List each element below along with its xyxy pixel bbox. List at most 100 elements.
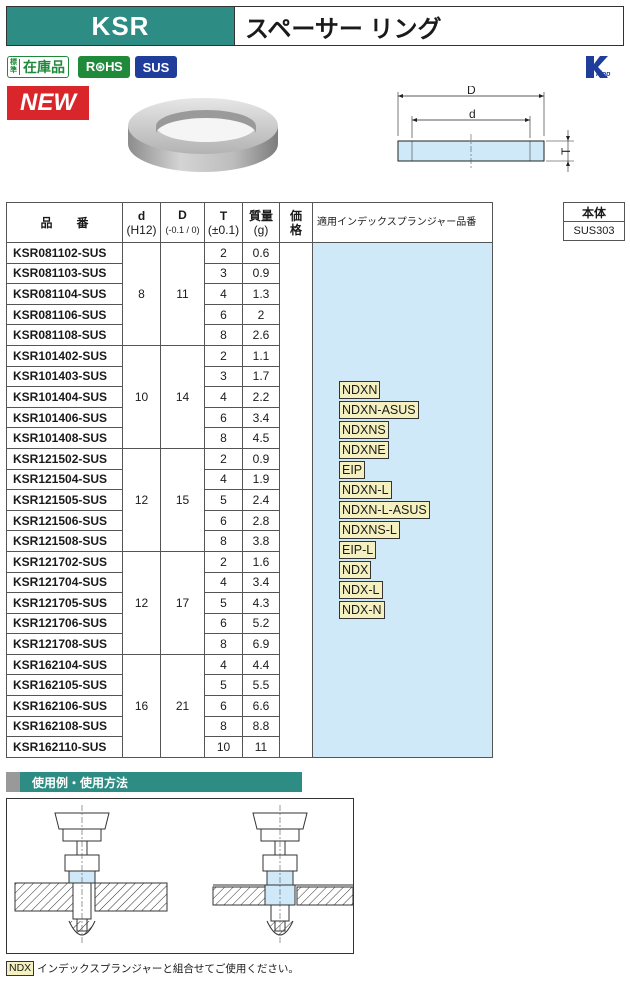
thickness-cell: 2 <box>204 344 243 367</box>
table-row: KSR081102-SUS 8 11 2 0.6 NDXN NDXN-ASUS NDXNS ND… <box>6 242 493 758</box>
inner-dim-label: d <box>469 107 476 121</box>
col-D: D (-0.1 / 0) <box>160 202 205 243</box>
note-tag: NDX <box>6 961 35 976</box>
material-header: 本体 <box>563 202 625 222</box>
thickness-cell: 6 <box>204 509 243 532</box>
weight-cell: 6.9 <box>242 633 280 655</box>
spec-table: 品 番 d (H12) D (-0.1 / 0) T (±0.1) 質量 (g) 価 格… <box>6 202 493 758</box>
product-name: スペーサー リング <box>245 15 442 43</box>
plunger-tag: NDX <box>339 560 372 579</box>
inner-diameter-cell: 12 <box>122 447 161 552</box>
weight-cell: 1.7 <box>242 365 280 388</box>
part-number-cell: KSR162106-SUS <box>6 695 123 717</box>
svg-text:kipp: kipp <box>596 71 611 78</box>
weight-cell: 4.4 <box>242 653 280 676</box>
weight-cell: 2.4 <box>242 489 280 511</box>
col-T: T (±0.1) <box>204 202 243 243</box>
weight-cell: 1.3 <box>242 283 280 305</box>
part-number-cell: KSR101406-SUS <box>6 406 123 429</box>
col-price: 価 格 <box>279 202 314 243</box>
plunger-tag: NDX-L <box>339 580 383 599</box>
weight-cell: 2.2 <box>242 386 280 408</box>
thickness-cell: 4 <box>204 283 243 305</box>
thickness-cell: 10 <box>204 736 243 758</box>
usage-title: 使用例・使用方法 <box>32 775 129 790</box>
part-number-cell: KSR121708-SUS <box>6 633 123 655</box>
rohs-badge: R⊛HS <box>78 56 130 78</box>
thickness-cell: 8 <box>204 633 243 655</box>
weight-cell: 3.4 <box>242 571 280 594</box>
plunger-tag: NDXNS-L <box>339 520 400 539</box>
col-d: d (H12) <box>122 202 161 243</box>
weight-cell: 11 <box>242 736 280 758</box>
weight-cell: 3.4 <box>242 406 280 429</box>
part-number-cell: KSR081104-SUS <box>6 283 123 305</box>
part-number-cell: KSR101408-SUS <box>6 427 123 449</box>
thickness-cell: 6 <box>204 612 243 635</box>
part-number-cell: KSR162104-SUS <box>6 653 123 676</box>
thickness-cell: 6 <box>204 406 243 429</box>
thickness-cell: 2 <box>204 447 243 470</box>
col-weight: 質量 (g) <box>242 202 280 243</box>
weight-cell: 3.8 <box>242 530 280 552</box>
kipp-logo: kipp <box>586 56 611 78</box>
thickness-cell: 2 <box>204 242 243 264</box>
part-number-cell: KSR081103-SUS <box>6 262 123 285</box>
inner-diameter-cell: 12 <box>122 550 161 655</box>
new-badge: NEW <box>7 86 89 120</box>
thickness-cell: 3 <box>204 365 243 388</box>
part-number-cell: KSR121705-SUS <box>6 592 123 614</box>
part-number-cell: KSR121702-SUS <box>6 550 123 573</box>
weight-cell: 5.5 <box>242 674 280 697</box>
usage-note: NDX インデックスプランジャーと組合せてご使用ください。 <box>6 961 299 976</box>
weight-cell: 2.6 <box>242 324 280 346</box>
price-cell <box>279 242 313 758</box>
part-number-cell: KSR162110-SUS <box>6 736 123 758</box>
usage-header: 使用例・使用方法 <box>6 772 302 792</box>
part-number-cell: KSR121505-SUS <box>6 489 123 511</box>
plunger-tag: EIP <box>339 460 366 479</box>
weight-cell: 4.3 <box>242 592 280 614</box>
title-bar: KSR スペーサー リング <box>6 6 624 46</box>
outer-diameter-cell: 21 <box>160 653 205 758</box>
thickness-cell: 4 <box>204 653 243 676</box>
col-applicable-plunger: 適用インデックスプランジャー品番 <box>312 202 493 243</box>
thickness-cell: 4 <box>204 468 243 491</box>
thickness-cell: 8 <box>204 324 243 346</box>
usage-illustration <box>6 798 354 954</box>
part-number-cell: KSR121508-SUS <box>6 530 123 552</box>
thickness-label: T <box>559 147 573 155</box>
stock-badge-label: 在庫品 <box>23 59 65 75</box>
product-code: KSR <box>7 7 235 45</box>
plunger-tag: NDXN-L <box>339 480 392 499</box>
plunger-tag: NDXNS <box>339 420 389 439</box>
usage-example-thin-plate <box>212 805 354 945</box>
weight-cell: 2.8 <box>242 509 280 532</box>
plunger-tag: NDXNE <box>339 440 389 459</box>
plunger-tag: EIP-L <box>339 540 377 559</box>
part-number-cell: KSR121504-SUS <box>6 468 123 491</box>
part-number-cell: KSR101404-SUS <box>6 386 123 408</box>
sus-badge: SUS <box>135 56 177 78</box>
part-number-cell: KSR081108-SUS <box>6 324 123 346</box>
plunger-list: NDXN NDXN-ASUS NDXNS NDXNE EIP NDXN-L NDXN-L-A… <box>313 380 492 619</box>
dimension-drawing: D d T <box>397 86 574 172</box>
usage-drawings <box>14 805 354 945</box>
weight-cell: 4.5 <box>242 427 280 449</box>
part-number-cell: KSR121502-SUS <box>6 447 123 470</box>
weight-cell: 2 <box>242 303 280 326</box>
thickness-cell: 6 <box>204 303 243 326</box>
part-number-cell: KSR162108-SUS <box>6 715 123 738</box>
usage-example-thick-plate <box>14 805 168 945</box>
outer-dim-label: D <box>467 86 476 97</box>
thickness-cell: 5 <box>204 674 243 697</box>
thickness-cell: 6 <box>204 695 243 717</box>
stock-badge-small: 標準 <box>8 59 20 75</box>
inner-diameter-cell: 10 <box>122 344 161 449</box>
weight-cell: 6.6 <box>242 695 280 717</box>
thickness-cell: 8 <box>204 530 243 552</box>
note-text: インデックスプランジャーと組合せてご使用ください。 <box>37 963 299 975</box>
material-table: 本体 SUS303 <box>563 202 625 241</box>
part-number-cell: KSR121506-SUS <box>6 509 123 532</box>
weight-cell: 8.8 <box>242 715 280 738</box>
